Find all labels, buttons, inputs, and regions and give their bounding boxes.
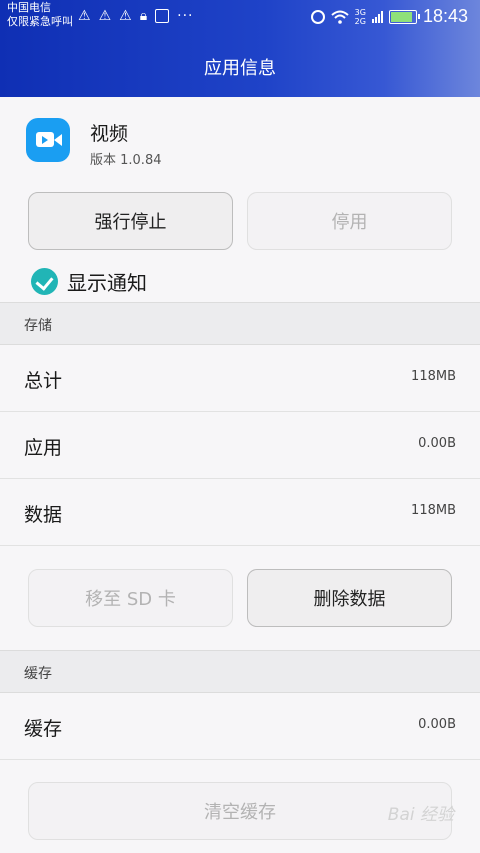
network-type-top: 3G xyxy=(354,7,366,17)
show-notification-label: 显示通知 xyxy=(67,271,147,295)
clock-time: 18:43 xyxy=(422,6,468,26)
network-type-bottom: 2G xyxy=(354,16,366,26)
alarm-icon xyxy=(310,9,325,24)
app-name: 视频 xyxy=(90,123,129,145)
cache-label: 缓存 xyxy=(24,718,63,740)
storage-app-label: 应用 xyxy=(24,437,63,459)
clear-data-button[interactable]: 删除数据 xyxy=(247,569,452,627)
carrier-info: 中国电信 仅限紧急呼叫 xyxy=(7,1,73,29)
storage-data-row: 数据 118MB xyxy=(0,479,480,546)
disable-button[interactable]: 停用 xyxy=(247,192,452,250)
app-summary: 视频 版本 1.0.84 xyxy=(0,97,480,182)
carrier-name: 中国电信 xyxy=(7,1,51,14)
storage-section-header: 存储 xyxy=(0,302,480,345)
storage-data-value: 118MB xyxy=(411,503,456,518)
show-notification-toggle[interactable]: 显示通知 xyxy=(31,267,147,296)
battery-charging-icon xyxy=(388,9,420,24)
page-title: 应用信息 xyxy=(204,58,276,79)
image-icon xyxy=(155,9,170,23)
status-bar: 中国电信 仅限紧急呼叫 ⚠ ⚠ ⚠ 🔒︎ ··· 3G 2G 18:43 xyxy=(0,0,480,34)
lock-icon: 🔒︎ xyxy=(139,8,148,24)
move-to-sd-button[interactable]: 移至 SD 卡 xyxy=(28,569,233,627)
checkmark-icon xyxy=(31,268,58,295)
system-icons: 3G 2G 18:43 xyxy=(310,6,468,27)
signal-warning-icon: ⚠ xyxy=(119,8,132,24)
signal-warning-icon: ⚠ xyxy=(98,8,112,24)
more-dots-icon: ··· xyxy=(177,8,194,24)
storage-total-row: 总计 118MB xyxy=(0,345,480,412)
storage-app-value: 0.00B xyxy=(418,436,456,451)
storage-app-row: 应用 0.00B xyxy=(0,412,480,479)
carrier-status: 仅限紧急呼叫 xyxy=(7,15,73,28)
app-header: 中国电信 仅限紧急呼叫 ⚠ ⚠ ⚠ 🔒︎ ··· 3G 2G 18:43 应用信… xyxy=(0,0,480,97)
storage-data-label: 数据 xyxy=(24,504,63,526)
watermark-logo: Bai 经验 xyxy=(387,805,454,825)
signal-bars-icon xyxy=(371,10,383,23)
cache-section-header: 缓存 xyxy=(0,650,480,693)
notification-icons: ⚠ ⚠ ⚠ 🔒︎ ··· xyxy=(78,8,194,24)
force-stop-button[interactable]: 强行停止 xyxy=(28,192,233,250)
storage-header-label: 存储 xyxy=(24,318,52,334)
network-type: 3G 2G xyxy=(355,8,366,26)
storage-total-label: 总计 xyxy=(24,370,63,392)
cache-header-label: 缓存 xyxy=(24,666,52,682)
app-version: 版本 1.0.84 xyxy=(90,153,162,168)
cache-row: 缓存 0.00B xyxy=(0,693,480,760)
wifi-icon xyxy=(330,10,349,24)
cache-value: 0.00B xyxy=(418,717,456,732)
storage-total-value: 118MB xyxy=(411,369,456,384)
signal-warning-icon: ⚠ xyxy=(78,8,91,24)
video-camera-icon xyxy=(26,118,70,162)
